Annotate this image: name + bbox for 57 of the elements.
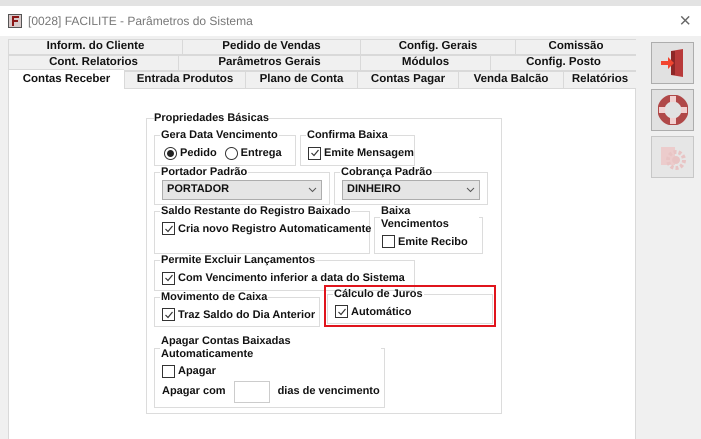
tab[interactable]: Cont. Relatorios	[8, 55, 178, 71]
chevron-down-icon	[466, 186, 475, 192]
input-field[interactable]	[234, 380, 270, 402]
checkbox[interactable]	[308, 146, 321, 160]
checkbox-label: Cria novo Registro Automaticamente	[178, 222, 372, 236]
group-title: Apagar Contas Baixadas Automaticamente	[160, 335, 292, 361]
checkbox-label: Emite Mensagem	[324, 146, 414, 161]
group-title: Saldo Restante do Registro Baixado	[160, 204, 352, 218]
tab[interactable]: Relatórios	[563, 71, 636, 89]
group-title: Cálculo de Juros	[333, 288, 424, 300]
tab[interactable]: Contas Receber	[8, 69, 124, 89]
tab[interactable]: Inform. do Cliente	[8, 39, 182, 55]
radio-button[interactable]	[164, 146, 177, 160]
door-exit-icon	[660, 49, 686, 77]
checkbox[interactable]	[162, 308, 175, 322]
checkbox[interactable]	[162, 364, 175, 378]
tab[interactable]: Config. Gerais	[360, 39, 515, 55]
group-title: Gera Data Vencimento	[160, 129, 279, 142]
tab[interactable]: Módulos	[360, 55, 490, 71]
checkbox-label: Com Vencimento inferior a data do Sistema	[178, 271, 405, 286]
checkbox[interactable]	[162, 272, 175, 285]
group-title: Permite Excluir Lançamentos	[160, 254, 316, 267]
tab[interactable]: Entrada Produtos	[124, 71, 245, 89]
tab[interactable]: Comissão	[515, 39, 636, 55]
field-label: dias de vencimento	[278, 384, 380, 400]
chevron-down-icon	[308, 186, 317, 192]
group-title: Baixa Vencimentos	[380, 204, 450, 230]
group-title: Cobrança Padrão	[340, 166, 434, 178]
close-button[interactable]: ×	[679, 11, 693, 31]
tab[interactable]: Parâmetros Gerais	[178, 55, 360, 71]
dropdown[interactable]: PORTADOR	[162, 180, 322, 200]
lifebuoy-icon	[658, 95, 688, 125]
tab[interactable]: Pedido de Vendas	[182, 39, 360, 55]
radio-label: Entrega	[240, 146, 282, 161]
tab[interactable]: Config. Posto	[490, 55, 636, 71]
app-logo-icon	[8, 14, 22, 28]
checkbox[interactable]	[335, 305, 348, 318]
field-label: Apagar com	[162, 384, 226, 400]
tab[interactable]: Contas Pagar	[357, 71, 458, 89]
checkbox-label: Emite Recibo	[398, 234, 468, 250]
group-title: Confirma Baixa	[306, 129, 389, 142]
checkbox-label: Apagar	[178, 364, 216, 379]
checkbox[interactable]	[162, 222, 175, 236]
checkbox[interactable]	[382, 235, 395, 248]
help-button[interactable]	[651, 89, 694, 131]
tab[interactable]: Plano de Conta	[245, 71, 357, 89]
exit-button[interactable]	[651, 42, 694, 84]
window-title: [0028] FACILITE - Parâmetros do Sistema	[28, 13, 253, 30]
tab[interactable]: Venda Balcão	[458, 71, 563, 89]
dropdown[interactable]: DINHEIRO	[342, 180, 480, 200]
checkbox-label: Automático	[351, 304, 412, 320]
group-title: Portador Padrão	[160, 166, 248, 178]
radio-label: Pedido	[180, 146, 217, 161]
checkbox-label: Traz Saldo do Dia Anterior	[178, 308, 316, 322]
group-title: Propriedades Básicas	[154, 112, 269, 125]
radio-button[interactable]	[224, 146, 238, 160]
group-title: Movimento de Caixa	[160, 290, 268, 304]
